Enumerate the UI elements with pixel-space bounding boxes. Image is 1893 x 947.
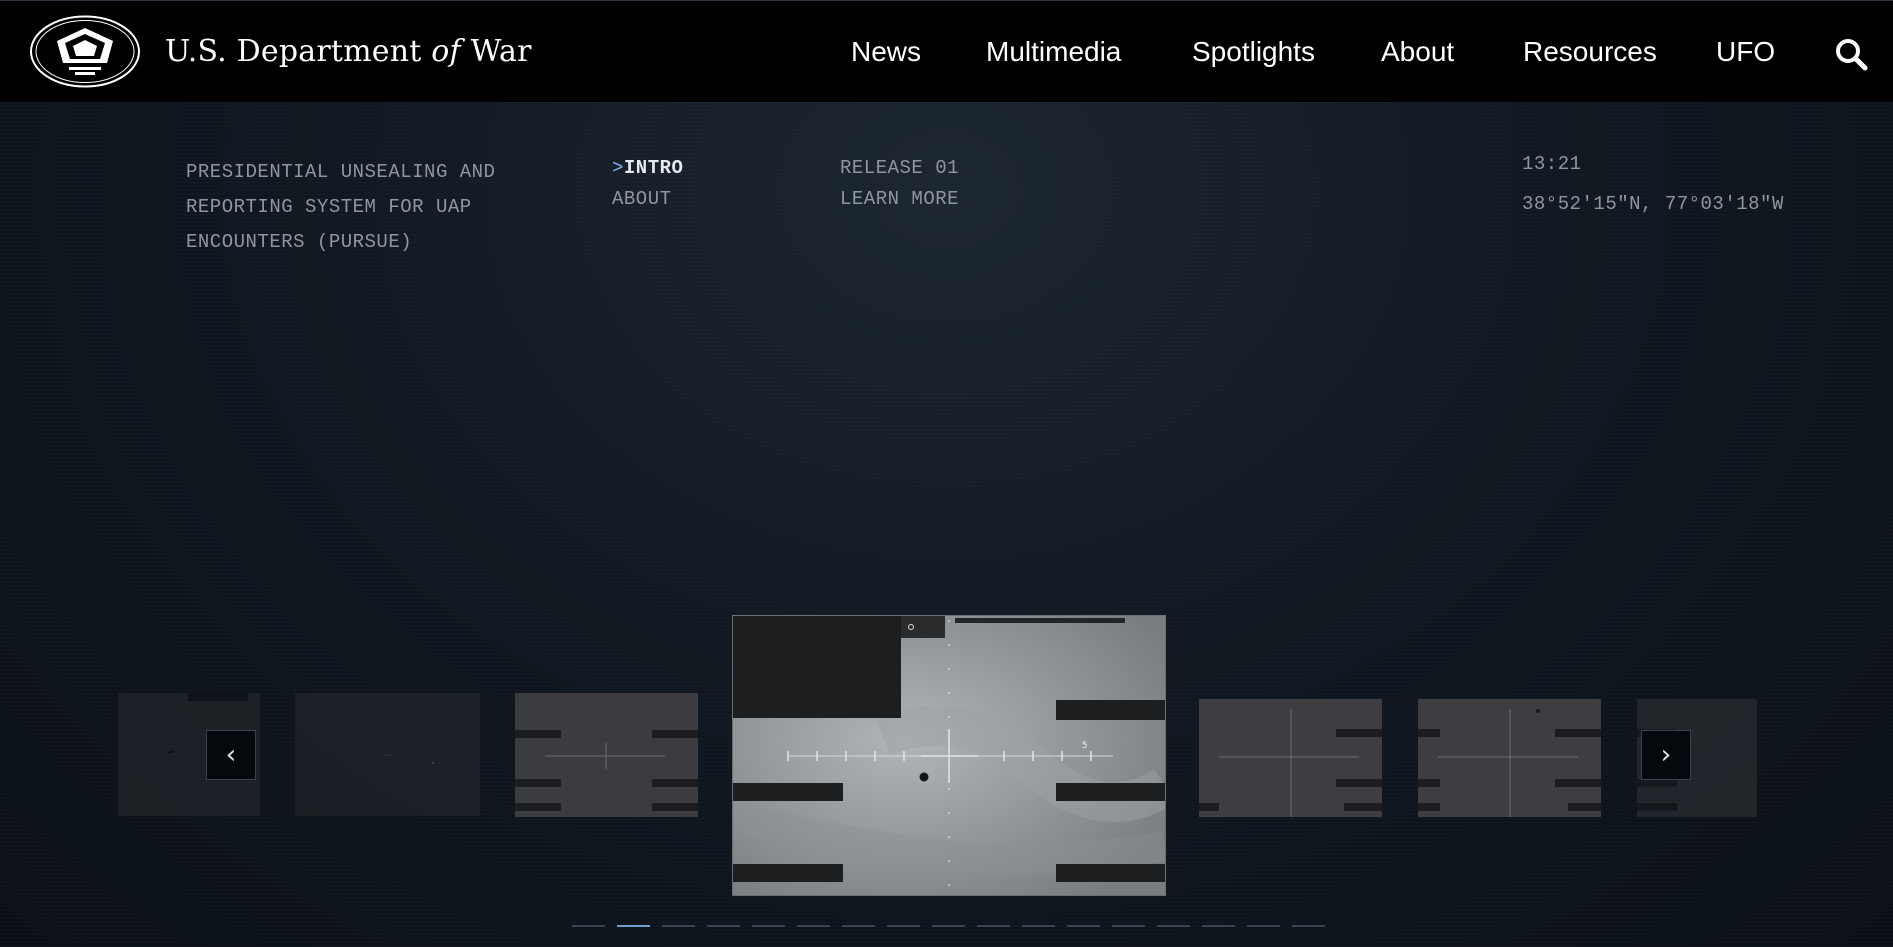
release-label: RELEASE 01 [840, 157, 960, 179]
menu-item-about[interactable]: ABOUT [612, 184, 683, 215]
pagination-dot[interactable] [1202, 925, 1235, 927]
learn-more-link[interactable]: LEARN MORE [840, 184, 959, 215]
pagination-dot[interactable] [842, 925, 875, 927]
coordinates-readout: 38°52′15″N, 77°03′18″W [1522, 193, 1784, 215]
pagination-dot[interactable] [572, 925, 605, 927]
pentagon-seal-logo[interactable] [29, 15, 141, 88]
menu-item-intro-label: INTRO [623, 157, 684, 179]
site-title[interactable]: U.S. Department of War [165, 34, 532, 69]
frame-marker: 5 [1082, 741, 1088, 751]
nav-resources[interactable]: Resources [1523, 36, 1657, 68]
carousel-thumbnail[interactable] [295, 693, 480, 816]
menu-item-intro[interactable]: >INTRO [612, 153, 683, 184]
description-line: ENCOUNTERS (PURSUE) [186, 231, 413, 253]
pagination-dot-active[interactable] [617, 925, 650, 927]
carousel-prev-button[interactable]: ‹ [206, 730, 256, 780]
pagination-dot[interactable] [1247, 925, 1280, 927]
menu-caret: > [612, 157, 624, 179]
release-block: RELEASE 01 LEARN MORE [840, 153, 959, 215]
nav-multimedia[interactable]: Multimedia [986, 36, 1121, 68]
pagination-dot[interactable] [932, 925, 965, 927]
site-header: U.S. Department of War News Multimedia S… [0, 0, 1893, 102]
carousel-thumbnail[interactable] [1418, 699, 1601, 817]
nav-about[interactable]: About [1381, 36, 1454, 68]
pagination-dot[interactable] [887, 925, 920, 927]
pursue-description: PRESIDENTIAL UNSEALING AND REPORTING SYS… [186, 155, 546, 260]
site-title-prefix: U.S. Department [165, 34, 422, 69]
site-title-suffix: War [470, 34, 532, 69]
pagination-dot[interactable] [707, 925, 740, 927]
section-menu: >INTRO ABOUT [612, 153, 683, 215]
search-icon[interactable] [1834, 37, 1868, 71]
pagination-dot[interactable] [1292, 925, 1325, 927]
carousel-next-button[interactable]: › [1641, 730, 1691, 780]
site-title-of: of [431, 34, 461, 69]
carousel-thumbnail[interactable] [1199, 699, 1382, 817]
main-video-frame[interactable]: 5 [732, 615, 1166, 896]
pagination-dot[interactable] [752, 925, 785, 927]
nav-ufo[interactable]: UFO [1716, 36, 1775, 68]
nav-news[interactable]: News [851, 36, 921, 68]
clock-readout: 13:21 [1522, 153, 1582, 175]
pagination-dot[interactable] [1067, 925, 1100, 927]
description-line: REPORTING SYSTEM FOR UAP [186, 196, 472, 218]
pagination-dot[interactable] [1022, 925, 1055, 927]
pagination-dot[interactable] [977, 925, 1010, 927]
nav-spotlights[interactable]: Spotlights [1192, 36, 1315, 68]
description-line: PRESIDENTIAL UNSEALING AND [186, 161, 496, 183]
pagination-dot[interactable] [797, 925, 830, 927]
carousel-thumbnail[interactable] [515, 693, 698, 817]
pagination-dot[interactable] [1112, 925, 1145, 927]
pagination-dot[interactable] [662, 925, 695, 927]
pagination-dot[interactable] [1157, 925, 1190, 927]
